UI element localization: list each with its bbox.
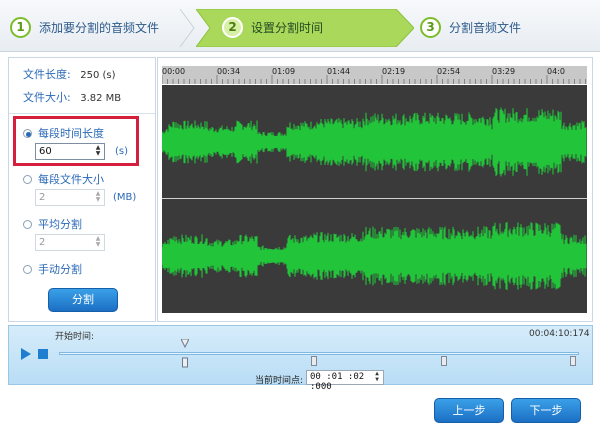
timeline-ruler[interactable]: 00:00 00:34 01:09 01:44 02:19 02:54 03:29 04:0 <box>162 66 587 84</box>
waveform-panel: 00:00 00:34 01:09 01:44 02:19 02:54 03:29 04:0 <box>157 57 593 322</box>
step-label: 添加要分割的音频文件 <box>39 20 160 35</box>
split-button[interactable]: 分割 <box>48 288 118 312</box>
radio-manual[interactable] <box>23 264 32 274</box>
current-time-input[interactable]: 00 :01 :02 :000 ▲ ▼ <box>306 370 384 392</box>
option-label: 平均分割 <box>38 218 82 231</box>
timeline-label: 03:29 <box>492 67 516 76</box>
split-marker[interactable] <box>441 356 447 366</box>
spinner-arrows-icon[interactable]: ▲ ▼ <box>373 371 381 384</box>
playback-bar: 开始时间: 00:04:10:174 当前时间点: 00 :01 :02 :00… <box>8 325 593 392</box>
highlight-box <box>13 116 139 166</box>
stop-icon[interactable] <box>38 349 48 359</box>
left-channel-wave <box>162 107 587 177</box>
waveform-display[interactable] <box>162 85 587 313</box>
waveform-graph <box>162 107 587 290</box>
average-input[interactable]: 2 ▲ ▼ <box>35 234 105 251</box>
current-time-label: 当前时间点: <box>255 376 304 386</box>
option-manual[interactable]: 手动分割 <box>23 261 82 277</box>
play-icon[interactable] <box>21 348 31 360</box>
spinner-arrows-icon[interactable]: ▲ ▼ <box>94 191 102 204</box>
split-marker[interactable] <box>311 356 317 366</box>
playback-track[interactable] <box>59 352 579 355</box>
timeline-label: 02:19 <box>382 67 406 76</box>
step-3[interactable]: 3 分割音频文件 <box>420 8 521 46</box>
step-label: 设置分割时间 <box>251 20 324 35</box>
option-label: 手动分割 <box>38 263 82 276</box>
option-per-size[interactable]: 每段文件大小 <box>23 171 104 187</box>
step-number: 1 <box>10 16 31 38</box>
timeline-label: 00:34 <box>217 67 241 76</box>
next-button[interactable]: 下一步 <box>511 398 581 423</box>
input-value: 2 <box>39 237 46 248</box>
wizard-steps: 1 添加要分割的音频文件 2 设置分割时间 3 分割音频文件 <box>0 0 600 52</box>
file-size-value: 3.82 MB <box>80 93 122 104</box>
step-label: 分割音频文件 <box>449 20 522 35</box>
timeline-label: 00:00 <box>162 67 186 76</box>
end-time-label: 00:04:10:174 <box>529 329 590 339</box>
option-average[interactable]: 平均分割 <box>23 216 82 232</box>
file-size-row: 文件大小: 3.82 MB <box>23 89 121 105</box>
prev-button[interactable]: 上一步 <box>434 398 504 423</box>
file-length-value: 250 (s) <box>80 70 116 81</box>
file-size-label: 文件大小: <box>23 91 71 104</box>
timeline-label: 01:44 <box>327 67 351 76</box>
timeline-label: 01:09 <box>272 67 296 76</box>
divider <box>9 113 155 114</box>
step-number: 2 <box>222 16 243 38</box>
radio-average[interactable] <box>23 219 32 229</box>
input-value: 2 <box>39 192 46 203</box>
step-2[interactable]: 2 设置分割时间 <box>222 8 323 46</box>
current-time-value: 00 :01 :02 :000 <box>310 372 365 392</box>
option-label: 每段文件大小 <box>38 173 104 186</box>
file-length-row: 文件长度: 250 (s) <box>23 66 116 82</box>
start-time-label: 开始时间: <box>55 332 95 342</box>
channel-divider <box>162 198 587 199</box>
per-size-input[interactable]: 2 ▲ ▼ <box>35 189 105 206</box>
timeline-label: 02:54 <box>437 67 461 76</box>
split-settings-panel: 文件长度: 250 (s) 文件大小: 3.82 MB 每段时间长度 60 ▲ ▼… <box>8 57 156 322</box>
step-1[interactable]: 1 添加要分割的音频文件 <box>10 8 159 46</box>
per-size-unit: (MB) <box>113 192 137 203</box>
step-number: 3 <box>420 16 441 38</box>
right-channel-wave <box>162 222 587 290</box>
file-length-label: 文件长度: <box>23 68 71 81</box>
radio-per-size[interactable] <box>23 174 32 184</box>
spinner-arrows-icon[interactable]: ▲ ▼ <box>94 236 102 249</box>
playhead-marker[interactable] <box>181 339 189 369</box>
step-separator <box>180 9 195 47</box>
split-marker[interactable] <box>570 356 576 366</box>
timeline-label: 04:0 <box>547 67 565 76</box>
